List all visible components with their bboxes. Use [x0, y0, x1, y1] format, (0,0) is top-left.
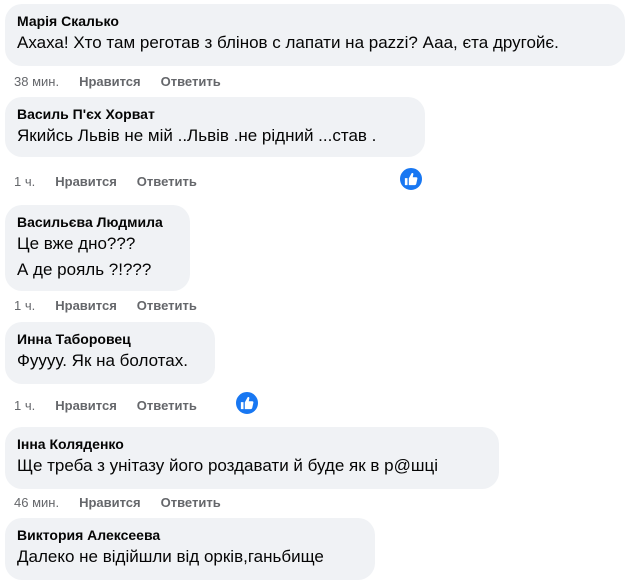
like-button[interactable]: Нравится	[79, 74, 141, 89]
comment-time[interactable]: 1 ч.	[14, 398, 35, 413]
comment-text: А де рояль ?!???	[17, 260, 152, 279]
comment-time[interactable]: 1 ч.	[14, 174, 35, 189]
reply-button[interactable]: Ответить	[137, 398, 197, 413]
comment-bubble: Василь П'єх Хорват Якийсь Львів не мій .…	[5, 97, 425, 157]
comment-text: Далеко не відійшли від орків,ганьбище	[17, 547, 324, 566]
comment-text: Фуууу. Як на болотах.	[17, 351, 188, 370]
like-reaction-icon[interactable]	[398, 166, 424, 192]
like-reaction-icon[interactable]	[234, 390, 260, 416]
comment: Інна Коляденко Ще треба з унітазу його р…	[5, 427, 499, 489]
like-button[interactable]: Нравится	[55, 174, 117, 189]
comment-actions: 1 ч. Нравится Ответить	[14, 298, 217, 313]
comment-text: Ще треба з унітазу його роздавати й буде…	[17, 456, 439, 475]
comment-actions: 38 мин. Нравится Ответить	[14, 74, 241, 89]
comment-bubble: Виктория Алексеева Далеко не відійшли ві…	[5, 518, 375, 580]
comment-bubble: Васильєва Людмила Це вже дно??? А де роя…	[5, 205, 190, 291]
comment-author[interactable]: Інна Коляденко	[17, 436, 487, 453]
comment-time[interactable]: 38 мин.	[14, 74, 59, 89]
comment-author[interactable]: Инна Таборовец	[17, 331, 203, 348]
like-button[interactable]: Нравится	[55, 298, 117, 313]
comment: Васильєва Людмила Це вже дно??? А де роя…	[5, 205, 190, 291]
comment-bubble: Инна Таборовец Фуууу. Як на болотах.	[5, 322, 215, 384]
comment: Марія Скалько Ахаха! Хто там реготав з б…	[5, 4, 625, 66]
comment-actions: 1 ч. Нравится Ответить	[14, 398, 217, 413]
comment: Виктория Алексеева Далеко не відійшли ві…	[5, 518, 375, 580]
comment-time[interactable]: 46 мин.	[14, 495, 59, 510]
comment-author[interactable]: Марія Скалько	[17, 13, 613, 30]
reply-button[interactable]: Ответить	[137, 174, 197, 189]
comment-bubble: Марія Скалько Ахаха! Хто там реготав з б…	[5, 4, 625, 66]
comment-author[interactable]: Василь П'єх Хорват	[17, 106, 413, 123]
comment-text: Якийсь Львів не мій ..Львів .не рідний .…	[17, 126, 377, 145]
thumbs-up-icon	[404, 172, 418, 186]
comment-actions: 46 мин. Нравится Ответить	[14, 495, 241, 510]
comment-time[interactable]: 1 ч.	[14, 298, 35, 313]
comment-author[interactable]: Васильєва Людмила	[17, 214, 178, 231]
comment-text: Ахаха! Хто там реготав з блінов с лапати…	[17, 33, 559, 52]
comment: Инна Таборовец Фуууу. Як на болотах.	[5, 322, 215, 384]
like-button[interactable]: Нравится	[79, 495, 141, 510]
like-button[interactable]: Нравится	[55, 398, 117, 413]
comment-bubble: Інна Коляденко Ще треба з унітазу його р…	[5, 427, 499, 489]
reply-button[interactable]: Ответить	[137, 298, 197, 313]
reply-button[interactable]: Ответить	[161, 74, 221, 89]
comment-text: Це вже дно???	[17, 234, 136, 253]
reply-button[interactable]: Ответить	[161, 495, 221, 510]
comment-actions: 1 ч. Нравится Ответить	[14, 174, 217, 189]
comment-author[interactable]: Виктория Алексеева	[17, 527, 363, 544]
thumbs-up-icon	[240, 396, 254, 410]
comment: Василь П'єх Хорват Якийсь Львів не мій .…	[5, 97, 425, 157]
